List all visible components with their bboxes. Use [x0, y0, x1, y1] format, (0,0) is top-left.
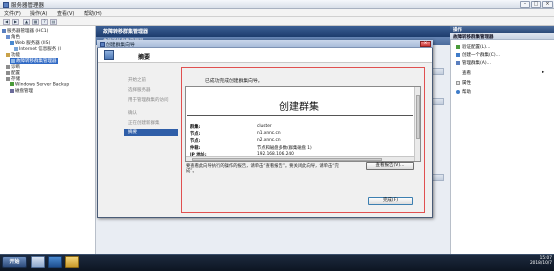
- report-value: n1.xnnc.cn: [257, 131, 281, 136]
- report-title: 创建群集: [279, 102, 319, 113]
- actions-header: 操作: [450, 26, 554, 33]
- report-key: 仲裁:: [190, 146, 201, 151]
- help-icon[interactable]: ?: [41, 18, 48, 25]
- start-button[interactable]: 开始: [2, 256, 27, 268]
- powershell-icon[interactable]: [48, 256, 62, 268]
- scrollbar-thumb[interactable]: [192, 157, 382, 161]
- diagnostics-icon: [6, 64, 10, 69]
- tree-item-label: 故障转移群集管理器: [16, 59, 57, 64]
- action-label: 管理群集(A)...: [462, 61, 491, 66]
- menu-file[interactable]: 文件(F): [4, 10, 21, 17]
- action-label: 属性: [462, 81, 471, 86]
- center-header: 故障转移群集管理器: [96, 26, 450, 37]
- wizard-header: 摘要: [98, 48, 432, 63]
- close-button[interactable]: ×: [542, 1, 553, 8]
- report-instructions: 要查看此向导执行的操作的报告，请单击“查看报告”。要关闭此向导，请单击“完成”。: [186, 164, 339, 174]
- help-icon: [456, 89, 460, 94]
- configuration-icon: [6, 70, 10, 75]
- report-key: 节点:: [190, 139, 201, 144]
- action-label: 验证配置(L)...: [462, 45, 491, 50]
- wizard-heading: 摘要: [138, 54, 151, 61]
- properties-icon[interactable]: ▦: [32, 18, 39, 25]
- storage-icon: [6, 76, 10, 81]
- action-label: 查看: [462, 71, 471, 76]
- menu-help[interactable]: 帮助(H): [84, 10, 102, 17]
- server-icon: [2, 28, 6, 33]
- create-cluster-icon: [456, 52, 460, 57]
- report-value: n2.xnnc.cn: [257, 138, 281, 143]
- action-properties[interactable]: 属性: [456, 80, 471, 86]
- menu-bar: 文件(F) 操作(A) 查看(V) 帮助(H): [0, 9, 554, 17]
- wizard-step: 开始之前: [128, 78, 146, 83]
- menu-view[interactable]: 查看(V): [57, 10, 74, 17]
- wizard-close-button[interactable]: ×: [420, 41, 431, 47]
- server-manager-icon: [3, 1, 9, 8]
- wizard-step-active: 摘要: [124, 129, 178, 136]
- report-vertical-scrollbar[interactable]: [414, 87, 420, 161]
- tree-item-label: Windows Server Backup: [15, 82, 70, 88]
- report-value: cluster: [257, 124, 272, 129]
- action-label: 帮助: [462, 90, 471, 95]
- maximize-button[interactable]: □: [531, 1, 541, 8]
- wizard-icon: [100, 41, 105, 47]
- menu-action[interactable]: 操作(A): [30, 10, 47, 17]
- report-value: 节点和磁盘多数(群集磁盘 1): [257, 146, 312, 151]
- window-titlebar: 服务器管理器 – □ ×: [0, 0, 554, 9]
- tree-item-disk-management[interactable]: 磁盘管理: [10, 88, 33, 94]
- validate-icon: [456, 44, 460, 49]
- cluster-icon: [11, 58, 15, 63]
- report-divider: [187, 115, 413, 116]
- tree-item-iis[interactable]: Internet 信息服务 (I: [14, 46, 61, 52]
- taskbar-clock[interactable]: 15:07 2018/10/7: [512, 256, 552, 266]
- back-arrow-icon[interactable]: ◀: [3, 18, 10, 25]
- report-key: 节点:: [190, 132, 201, 137]
- report-key: 群集:: [190, 125, 201, 130]
- view-report-button[interactable]: 查看报告(V)...: [366, 162, 414, 170]
- taskbar: [0, 254, 554, 271]
- scrollbar-thumb[interactable]: [415, 95, 420, 139]
- wizard-step: 选择服务器: [128, 88, 151, 93]
- action-validate-config[interactable]: 验证配置(L)...: [456, 44, 490, 50]
- tree-item-label: 磁盘管理: [15, 89, 33, 94]
- view-icon: [456, 71, 460, 75]
- up-folder-icon[interactable]: ▲: [23, 18, 30, 25]
- properties-icon: [456, 80, 460, 85]
- window-title: 服务器管理器: [11, 3, 45, 9]
- wizard-title: 创建群集向导: [106, 43, 135, 48]
- features-icon: [6, 52, 10, 57]
- disk-icon: [10, 88, 14, 93]
- clock-date: 2018/10/7: [529, 261, 552, 266]
- actions-subheader-title: 故障转移群集管理器: [453, 35, 494, 40]
- tree-item-windows-backup[interactable]: Windows Server Backup: [10, 82, 69, 88]
- manage-cluster-icon: [456, 60, 460, 65]
- backup-icon: [10, 82, 14, 86]
- actions-subheader[interactable]: 故障转移群集管理器: [450, 33, 554, 40]
- submenu-arrow-icon: ▸: [542, 70, 545, 75]
- console-tree: 服务器管理器 (HC1) 角色 Web 服务器 (IIS) Internet 信…: [0, 26, 96, 259]
- wizard-titlebar: 创建群集向导: [97, 40, 433, 48]
- cluster-wizard-icon: [104, 50, 114, 60]
- folder-icon[interactable]: [65, 256, 79, 268]
- action-create-cluster[interactable]: 创建一个群集(C)...: [456, 52, 500, 58]
- wizard-step: 用于管理群集的访问: [128, 98, 169, 103]
- action-manage-cluster[interactable]: 管理群集(A)...: [456, 60, 491, 66]
- tree-item-label: Internet 信息服务 (I: [19, 47, 61, 52]
- server-manager-taskbar-icon[interactable]: [31, 256, 45, 268]
- action-view[interactable]: 查看 ▸: [456, 70, 544, 76]
- toolbar: ◀ ▶ ▲ ▦ ? ▤: [0, 17, 554, 26]
- finish-button[interactable]: 完成(F): [368, 197, 413, 205]
- center-header-title: 故障转移群集管理器: [103, 29, 149, 35]
- wizard-step: 确认: [128, 111, 137, 116]
- iis-icon: [14, 46, 18, 51]
- action-help[interactable]: 帮助: [456, 89, 471, 95]
- minimize-button[interactable]: –: [520, 1, 530, 8]
- action-label: 创建一个群集(C)...: [462, 53, 500, 58]
- roles-icon: [6, 34, 10, 39]
- completion-message: 已成功完成创建群集向导。: [205, 79, 263, 84]
- web-server-icon: [10, 40, 14, 45]
- wizard-step: 正在创建新群集: [128, 121, 160, 126]
- console-tree-icon[interactable]: ▤: [50, 18, 57, 25]
- report-horizontal-scrollbar[interactable]: [186, 156, 414, 161]
- forward-arrow-icon[interactable]: ▶: [12, 18, 19, 25]
